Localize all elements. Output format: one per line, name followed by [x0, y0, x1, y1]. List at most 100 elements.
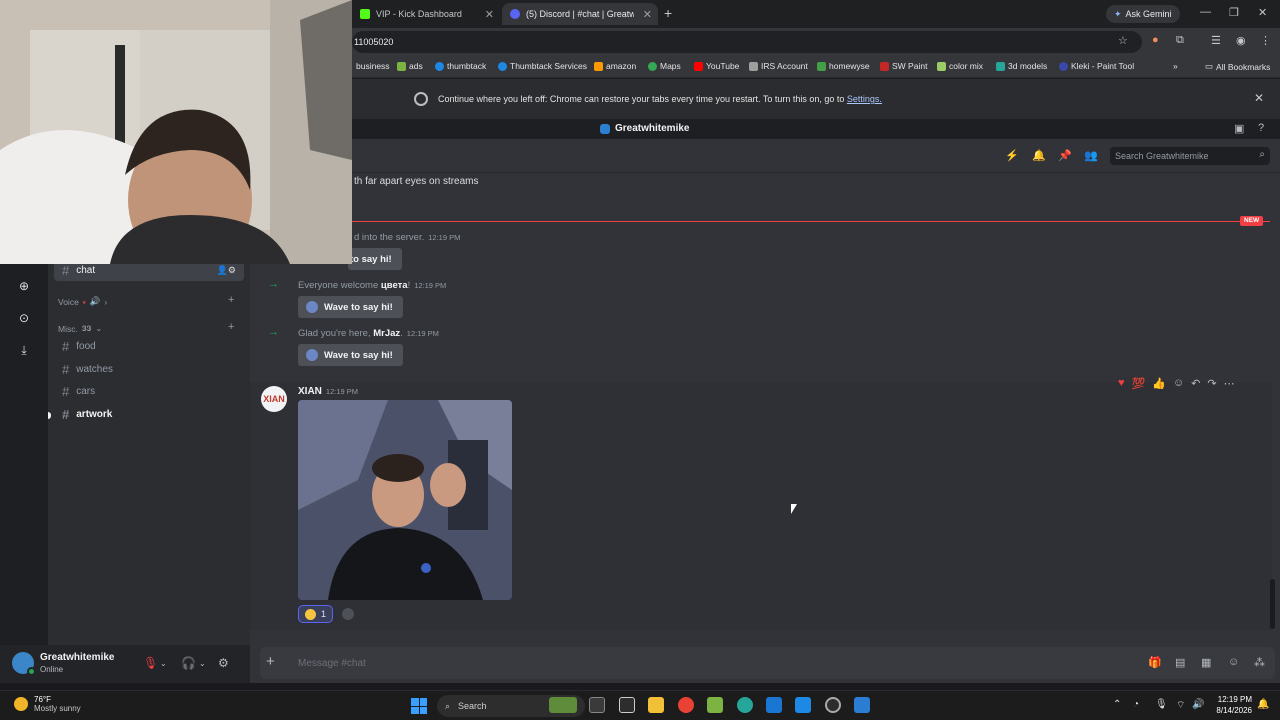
upload-plus-icon[interactable]: + — [266, 653, 275, 670]
emoji-picker-icon[interactable]: ☺ — [1228, 656, 1239, 668]
bookmark-thumbtack[interactable]: thumbtack — [435, 61, 486, 71]
help-icon[interactable]: ? — [1258, 122, 1264, 134]
volume-icon[interactable]: 🔊 — [1192, 699, 1204, 710]
bookmark-amazon[interactable]: amazon — [594, 61, 636, 71]
settings-link[interactable]: Settings. — [847, 94, 882, 104]
member-list-icon[interactable]: 👥 — [1084, 149, 1098, 162]
close-tab-icon[interactable]: ✕ — [485, 8, 494, 21]
forward-icon[interactable]: ↷ — [1207, 377, 1216, 390]
channel-food[interactable]: # food — [54, 336, 244, 357]
download-icon[interactable]: ⤓ — [15, 341, 33, 359]
headphones-icon[interactable]: 🎧 — [181, 656, 196, 670]
app-icon[interactable] — [707, 697, 723, 713]
add-reaction-icon[interactable]: ☺ — [1173, 377, 1184, 389]
chrome-menu-icon[interactable]: ⋮ — [1260, 34, 1271, 47]
wifi-icon[interactable]: ⌔ — [1176, 699, 1185, 712]
message-author[interactable]: XIAN 12:19 PM — [298, 386, 358, 397]
obs-icon[interactable] — [825, 697, 841, 713]
add-reaction-icon[interactable] — [342, 608, 354, 620]
heart-reaction-icon[interactable]: ♥ — [1118, 377, 1125, 389]
notification-bell-icon[interactable]: 🔔 — [1032, 149, 1046, 162]
add-voice-channel-icon[interactable]: + — [228, 294, 234, 306]
tab-kick-dashboard[interactable]: VIP - Kick Dashboard ✕ — [352, 3, 500, 25]
tray-overflow-icon[interactable]: ⌃ — [1113, 699, 1121, 710]
bookmark-sw-paint[interactable]: SW Paint — [880, 61, 927, 71]
bookmark-homewyse[interactable]: homewyse — [817, 61, 870, 71]
channel-cars[interactable]: # cars — [54, 381, 244, 402]
more-options-icon[interactable]: ⋯ — [1224, 377, 1235, 390]
audio-options-chevron-icon[interactable]: ⌄ — [199, 659, 206, 668]
close-tab-icon[interactable]: ✕ — [643, 8, 652, 21]
mute-mic-icon[interactable]: 🎙 — [143, 656, 158, 670]
network-status-icon[interactable]: ◔ — [1133, 699, 1139, 710]
bookmark-color-mix[interactable]: color mix — [937, 61, 983, 71]
wave-button[interactable]: Wave to say hi! — [298, 296, 403, 318]
chrome-icon[interactable] — [678, 697, 694, 713]
bookmark-irs[interactable]: IRS Account — [749, 61, 808, 71]
system-clock[interactable]: 12:19 PM 8/14/2026 — [1212, 694, 1252, 716]
channel-settings-icons[interactable]: 👤⚙ — [217, 265, 236, 276]
extension-icon[interactable]: ● — [1152, 34, 1159, 46]
threads-icon[interactable]: ⚡ — [1005, 149, 1019, 162]
message-input[interactable]: + Message #chat 🎁 ▤ ▦ ☺ ⁂ — [260, 647, 1275, 679]
thumbs-up-reaction-icon[interactable]: 👍 — [1152, 377, 1166, 390]
inbox-icon[interactable]: ▣ — [1234, 122, 1244, 135]
address-bar[interactable]: 11005020 — [352, 31, 1142, 53]
bookmark-3d-models[interactable]: 3d models — [996, 61, 1047, 71]
gif-attachment[interactable] — [298, 400, 512, 600]
reply-icon[interactable]: ↶ — [1191, 377, 1200, 390]
member-name[interactable]: цвета — [381, 280, 408, 291]
notepad-icon[interactable] — [619, 697, 635, 713]
wave-button[interactable]: to say hi! — [348, 248, 402, 270]
bookmark-ads[interactable]: ads — [397, 61, 423, 71]
close-infobar-icon[interactable]: ✕ — [1254, 91, 1264, 105]
bookmark-youtube[interactable]: YouTube — [694, 61, 739, 71]
media-controls-icon[interactable]: ☰ — [1211, 34, 1221, 47]
pinned-messages-icon[interactable]: 📌 — [1058, 149, 1072, 162]
chat-scrollbar[interactable] — [1270, 579, 1275, 629]
notifications-bell-icon[interactable]: 🔔 — [1257, 699, 1269, 710]
bookmark-maps[interactable]: Maps — [648, 61, 681, 71]
microphone-icon[interactable]: 🎙 — [1155, 699, 1168, 710]
channel-watches[interactable]: # watches — [54, 359, 244, 380]
paint-app-icon[interactable] — [795, 697, 811, 713]
windows-start-icon[interactable] — [411, 698, 427, 714]
ask-gemini-button[interactable]: ✦ Ask Gemini — [1106, 5, 1180, 23]
bookmarks-overflow-icon[interactable]: » — [1173, 61, 1178, 71]
file-explorer-icon[interactable] — [648, 697, 664, 713]
user-settings-gear-icon[interactable]: ⚙ — [218, 656, 229, 670]
app-icon[interactable] — [737, 697, 753, 713]
gift-icon[interactable]: 🎁 — [1148, 656, 1162, 669]
avatar[interactable]: XIAN — [261, 386, 287, 412]
weather-widget[interactable]: 76°F Mostly sunny — [14, 695, 81, 713]
gif-icon[interactable]: ▤ — [1175, 656, 1185, 669]
calculator-icon[interactable] — [766, 697, 782, 713]
close-window-icon[interactable]: ✕ — [1258, 6, 1267, 19]
discover-icon[interactable]: ⊙ — [15, 309, 33, 327]
reaction-chip[interactable]: 1 — [298, 605, 334, 623]
category-misc[interactable]: Misc. 𝟑𝟑 ⌄ — [58, 323, 102, 334]
all-bookmarks-button[interactable]: ▭ All Bookmarks — [1205, 61, 1270, 72]
bookmark-thumbtack-services[interactable]: Thumbtack Services — [498, 61, 587, 71]
task-view-icon[interactable] — [589, 697, 605, 713]
tab-discord[interactable]: (5) Discord | #chat | Greatwhite ✕ — [502, 3, 658, 25]
apps-icon[interactable]: ⁂ — [1254, 656, 1265, 669]
add-misc-channel-icon[interactable]: + — [228, 321, 234, 333]
avatar[interactable] — [12, 652, 36, 676]
minimize-icon[interactable]: — — [1200, 6, 1211, 18]
new-tab-button[interactable]: + — [664, 5, 672, 21]
bookmark-business[interactable]: business — [356, 61, 390, 71]
profile-icon[interactable]: ◉ — [1236, 34, 1246, 47]
bookmark-kleki[interactable]: Kleki - Paint Tool — [1059, 61, 1134, 71]
member-name[interactable]: MrJaz — [373, 328, 400, 339]
bookmark-star-icon[interactable]: ☆ — [1118, 34, 1128, 47]
category-voice[interactable]: Voice ▪ 🔊 › — [58, 296, 107, 307]
hundred-reaction-icon[interactable]: 💯 — [1132, 377, 1146, 390]
word-icon[interactable] — [854, 697, 870, 713]
maximize-icon[interactable]: ❐ — [1229, 6, 1239, 19]
wave-button[interactable]: Wave to say hi! — [298, 344, 403, 366]
channel-artwork[interactable]: # artwork — [54, 404, 244, 425]
search-input[interactable]: Search Greatwhitemike ⌕ — [1110, 147, 1270, 165]
sticker-icon[interactable]: ▦ — [1201, 656, 1211, 669]
mic-options-chevron-icon[interactable]: ⌄ — [160, 659, 167, 668]
